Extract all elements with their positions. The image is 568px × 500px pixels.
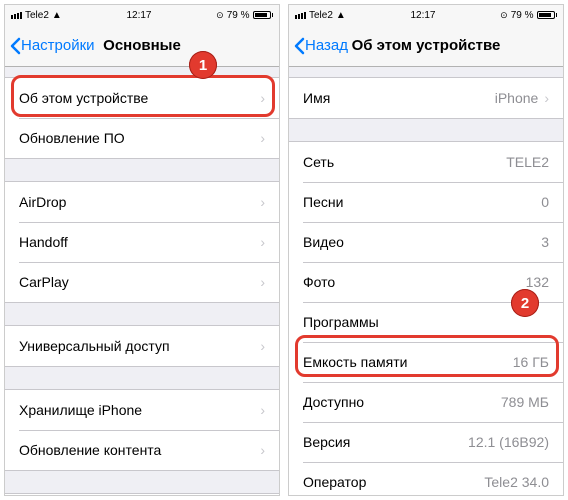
nav-bar: Назад Об этом устройстве [289,25,563,67]
row-accessibility[interactable]: Универсальный доступ › [5,326,279,366]
row-label: Версия [303,434,350,450]
row-label: Обновление контента [19,442,161,458]
row-label: Об этом устройстве [19,90,148,106]
signal-icon [295,12,306,19]
wifi-icon: ▲ [52,10,62,21]
row-videos: Видео 3 [289,222,563,262]
row-about-device[interactable]: Об этом устройстве › [5,78,279,118]
carrier-label: Tele2 [309,10,333,21]
group-info: Сеть TELE2 Песни 0 Видео 3 Фото 132 Прог… [289,141,563,495]
row-label: Универсальный доступ [19,338,170,354]
row-value: 16 ГБ [513,354,549,370]
nav-bar: Настройки Основные [5,25,279,67]
phone-left: Tele2 ▲ 12:17 ⊙ 79 % Настройки Основные … [4,4,280,496]
row-available: Доступно 789 МБ [289,382,563,422]
row-storage[interactable]: Хранилище iPhone › [5,390,279,430]
chevron-right-icon: › [260,442,265,458]
chevron-right-icon: › [260,234,265,250]
row-value: TELE2 [506,154,549,170]
row-network: Сеть TELE2 [289,142,563,182]
group-datetime: Дата и время › Клавиатура › [5,493,279,495]
row-label: Видео [303,234,344,250]
phone-right: Tele2 ▲ 12:17 ⊙ 79 % Назад Об этом устро… [288,4,564,496]
content: Об этом устройстве › Обновление ПО › Air… [5,67,279,495]
status-time: 12:17 [410,10,435,21]
back-label: Назад [305,37,348,54]
row-value: 789 МБ [501,394,549,410]
row-version: Версия 12.1 (16B92) [289,422,563,462]
chevron-right-icon: › [260,194,265,210]
chevron-right-icon: › [260,338,265,354]
row-label: Фото [303,274,335,290]
row-label: Оператор [303,474,366,490]
row-songs: Песни 0 [289,182,563,222]
chevron-right-icon: › [260,402,265,418]
callout-2: 2 [511,289,539,317]
group-about: Об этом устройстве › Обновление ПО › [5,77,279,159]
row-value: Tele2 34.0 [484,474,549,490]
chevron-left-icon [293,37,305,55]
row-background-refresh[interactable]: Обновление контента › [5,430,279,470]
group-connectivity: AirDrop › Handoff › CarPlay › [5,181,279,303]
row-label: AirDrop [19,194,66,210]
row-name[interactable]: Имя iPhone › [289,78,563,118]
row-carrier: Оператор Tele2 34.0 [289,462,563,495]
group-name: Имя iPhone › [289,77,563,119]
row-value: iPhone [495,90,539,106]
row-value: 0 [541,194,549,210]
chevron-right-icon: › [260,130,265,146]
signal-icon [11,12,22,19]
row-label: Песни [303,194,343,210]
battery-icon [253,11,274,19]
row-carplay[interactable]: CarPlay › [5,262,279,302]
row-label: Handoff [19,234,68,250]
status-bar: Tele2 ▲ 12:17 ⊙ 79 % [289,5,563,25]
content: Имя iPhone › Сеть TELE2 Песни 0 Видео 3 Ф… [289,67,563,495]
back-button[interactable]: Настройки [5,37,95,55]
chevron-left-icon [9,37,21,55]
callout-1: 1 [189,51,217,79]
row-label: Сеть [303,154,334,170]
battery-pct: 79 % [511,10,534,21]
row-label: Хранилище iPhone [19,402,142,418]
row-label: Имя [303,90,330,106]
alarm-icon: ⊙ [216,10,224,21]
carrier-label: Tele2 [25,10,49,21]
row-label: Емкость памяти [303,354,407,370]
row-label: Программы [303,314,379,330]
alarm-icon: ⊙ [500,10,508,21]
row-capacity: Емкость памяти 16 ГБ [289,342,563,382]
chevron-right-icon: › [260,90,265,106]
row-value: 12.1 (16B92) [468,434,549,450]
row-value: 3 [541,234,549,250]
wifi-icon: ▲ [336,10,346,21]
status-bar: Tele2 ▲ 12:17 ⊙ 79 % [5,5,279,25]
row-handoff[interactable]: Handoff › [5,222,279,262]
row-label: Обновление ПО [19,130,125,146]
back-label: Настройки [21,37,95,54]
row-date-time[interactable]: Дата и время › [5,494,279,495]
group-accessibility: Универсальный доступ › [5,325,279,367]
chevron-right-icon: › [544,90,549,106]
row-label: Доступно [303,394,364,410]
row-airdrop[interactable]: AirDrop › [5,182,279,222]
row-software-update[interactable]: Обновление ПО › [5,118,279,158]
status-time: 12:17 [126,10,151,21]
group-storage: Хранилище iPhone › Обновление контента › [5,389,279,471]
battery-icon [537,11,558,19]
battery-pct: 79 % [227,10,250,21]
chevron-right-icon: › [260,274,265,290]
row-label: CarPlay [19,274,69,290]
row-value: 132 [526,274,549,290]
back-button[interactable]: Назад [289,37,348,55]
